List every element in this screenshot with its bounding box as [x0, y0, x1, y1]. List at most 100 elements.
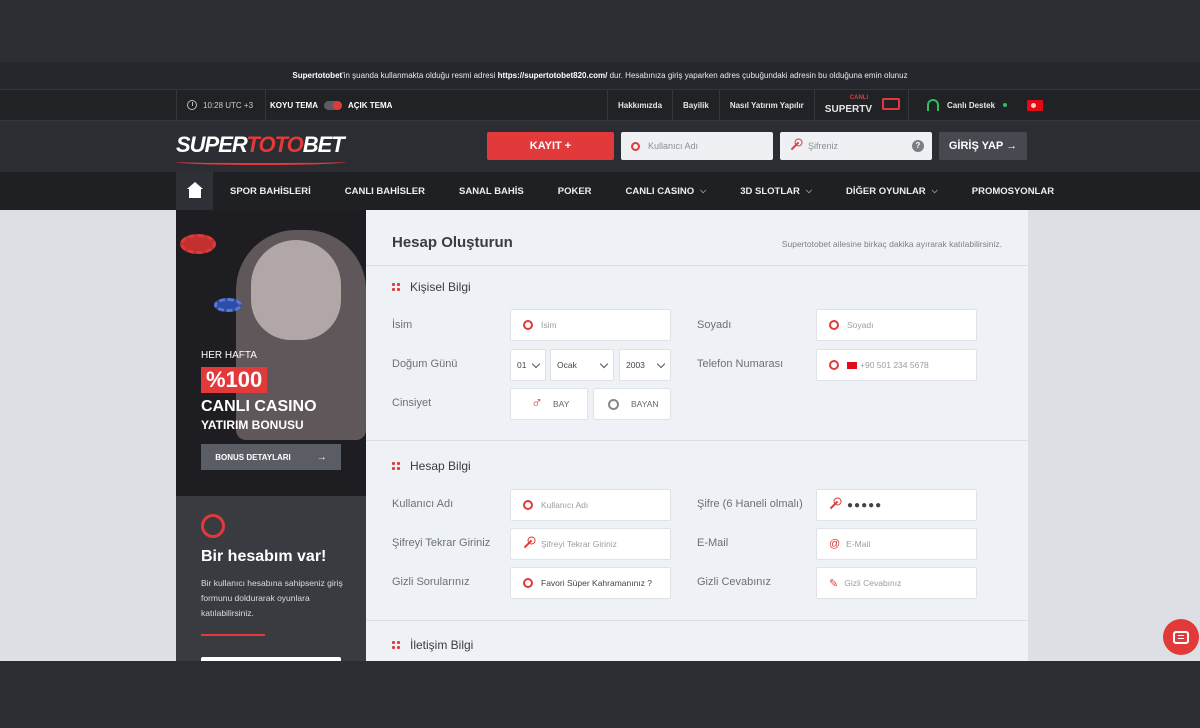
link-how-to-deposit[interactable]: Nasıl Yatırım Yapılır: [718, 90, 814, 120]
clock-icon: [187, 100, 197, 110]
gender-label: Cinsiyet: [392, 397, 432, 409]
name-input[interactable]: İsim: [510, 309, 671, 341]
live-support-label: Canlı Destek: [947, 100, 996, 110]
birth-month-select[interactable]: Ocak: [550, 349, 614, 381]
phone-icon: [829, 360, 839, 370]
key-icon: [790, 141, 800, 151]
secret-question-select[interactable]: Favori Süper Kahramanınız ?: [510, 567, 671, 599]
link-dealership[interactable]: Bayilik: [672, 90, 719, 120]
top-blank-area: [0, 0, 1200, 62]
nav-live-casino[interactable]: CANLI CASINO ⌵: [609, 172, 724, 210]
gender-male-button[interactable]: ♂ BAY: [510, 388, 588, 420]
theme-light-label[interactable]: AÇIK TEMA: [348, 101, 392, 110]
phone-input[interactable]: +90 501 234 5678: [816, 349, 977, 381]
birth-month-value: Ocak: [557, 360, 577, 370]
nav-promotions[interactable]: PROMOSYONLAR: [955, 172, 1071, 210]
username-input[interactable]: Kullanıcı Adı: [510, 489, 671, 521]
chevron-down-icon: [656, 359, 666, 369]
theme-switcher: KOYU TEMA AÇIK TEMA: [270, 90, 392, 120]
notice-brand: Supertotobet: [292, 71, 343, 80]
gender-male-label: BAY: [553, 399, 570, 409]
birth-day-select[interactable]: 01: [510, 349, 546, 381]
secret-answer-input[interactable]: ✎ Gizli Cevabınız: [816, 567, 977, 599]
user-icon: [829, 320, 839, 330]
chevron-down-icon: ⌵: [931, 186, 938, 195]
registration-form: Hesap Oluşturun Supertotobet ailesine bi…: [366, 210, 1028, 661]
logo-super: SUPER: [176, 132, 247, 157]
section-contact-title: İletişim Bilgi: [392, 638, 473, 652]
theme-toggle[interactable]: [324, 100, 342, 110]
password-repeat-placeholder: Şifreyi Tekrar Giriniz: [541, 539, 617, 549]
time-display: 10:28 UTC +3: [176, 90, 267, 120]
birth-year-value: 2003: [626, 360, 645, 370]
live-support-link[interactable]: Canlı Destek: [908, 90, 1017, 120]
section-title-text: İletişim Bilgi: [410, 638, 474, 652]
home-icon: [186, 182, 203, 198]
grid-dots-icon: [392, 641, 400, 649]
login-button[interactable]: GİRİŞ YAP →: [939, 132, 1027, 160]
password-input[interactable]: ●●●●●: [816, 489, 977, 521]
nav-3d-slots[interactable]: 3D SLOTLAR ⌵: [723, 172, 829, 210]
header-password-input[interactable]: Şifreniz ?: [780, 132, 932, 160]
promo-deposit-bonus: YATIRIM BONUSU: [201, 418, 304, 432]
bonus-details-label: BONUS DETAYLARI: [215, 452, 291, 462]
existing-account-title: Bir hesabım var!: [201, 548, 327, 565]
link-about[interactable]: Hakkımızda: [607, 90, 672, 120]
logo-toto: TOTO: [246, 132, 303, 157]
header-username-placeholder: Kullanıcı Adı: [648, 141, 699, 151]
header-username-input[interactable]: Kullanıcı Adı: [621, 132, 773, 160]
chevron-down-icon: ⌵: [805, 186, 812, 195]
birthdate-label: Doğum Günü: [392, 358, 458, 370]
register-button[interactable]: KAYIT +: [487, 132, 614, 160]
gender-female-label: BAYAN: [631, 399, 659, 409]
password-label: Şifre (6 Haneli olmalı): [697, 498, 803, 510]
female-icon: [608, 398, 619, 410]
gender-female-button[interactable]: BAYAN: [593, 388, 671, 420]
secret-answer-label: Gizli Cevabınız: [697, 576, 771, 588]
email-placeholder: E-Mail: [846, 539, 871, 549]
nav-virtual-betting[interactable]: SANAL BAHİS: [442, 172, 541, 210]
chevron-down-icon: [531, 359, 541, 369]
password-repeat-input[interactable]: Şifreyi Tekrar Giriniz: [510, 528, 671, 560]
online-status-dot: [1003, 103, 1008, 107]
site-logo[interactable]: SUPERTOTOBET: [176, 131, 346, 165]
nav-live-betting[interactable]: CANLI BAHİSLER: [328, 172, 442, 210]
birth-year-select[interactable]: 2003: [619, 349, 671, 381]
nav-poker[interactable]: POKER: [541, 172, 609, 210]
page-subtitle: Supertotobet ailesine birkaç dakika ayır…: [781, 239, 1002, 249]
chat-button[interactable]: [1163, 619, 1199, 655]
username-placeholder: Kullanıcı Adı: [541, 500, 589, 510]
supertv-link[interactable]: CANLI SUPERTV: [813, 90, 908, 120]
theme-dark-label[interactable]: KOYU TEMA: [270, 101, 318, 110]
arrow-right-icon: →: [316, 451, 327, 463]
notice-text-2: dur. Hesabınıza giriş yaparken adres çub…: [607, 71, 908, 80]
nav-label: CANLI BAHİSLER: [344, 185, 425, 197]
grid-dots-icon: [392, 462, 400, 470]
chevron-down-icon: [599, 359, 609, 369]
help-icon[interactable]: ?: [912, 140, 924, 152]
turkish-flag-icon[interactable]: [1027, 99, 1044, 111]
password-repeat-label: Şifreyi Tekrar Giriniz: [392, 537, 491, 549]
email-label: E-Mail: [697, 537, 729, 549]
user-icon: [523, 500, 533, 510]
nav-label: POKER: [557, 185, 592, 197]
nav-home[interactable]: [176, 172, 213, 210]
promo-percent: %100: [201, 367, 268, 393]
name-placeholder: İsim: [541, 320, 557, 330]
surname-label: Soyadı: [697, 319, 732, 331]
bonus-details-button[interactable]: BONUS DETAYLARI →: [201, 444, 341, 470]
surname-input[interactable]: Soyadı: [816, 309, 977, 341]
nav-sports-betting[interactable]: SPOR BAHİSLERİ: [213, 172, 328, 210]
promo-live-casino: CANLI CASINO: [201, 398, 317, 415]
question-icon: [523, 578, 533, 588]
email-input[interactable]: @ E-Mail: [816, 528, 977, 560]
promo-banner[interactable]: HER HAFTA %100 CANLI CASINO YATIRIM BONU…: [176, 210, 366, 496]
nav-label: DİĞER OYUNLAR: [845, 185, 926, 197]
male-icon: ♂: [531, 395, 543, 412]
divider: [201, 634, 265, 636]
section-title-text: Kişisel Bilgi: [410, 280, 471, 294]
username-label: Kullanıcı Adı: [392, 498, 454, 510]
nav-other-games[interactable]: DİĞER OYUNLAR ⌵: [829, 172, 955, 210]
section-title-text: Hesap Bilgi: [410, 459, 471, 473]
notice-url[interactable]: https://supertotobet820.com/: [498, 71, 608, 80]
